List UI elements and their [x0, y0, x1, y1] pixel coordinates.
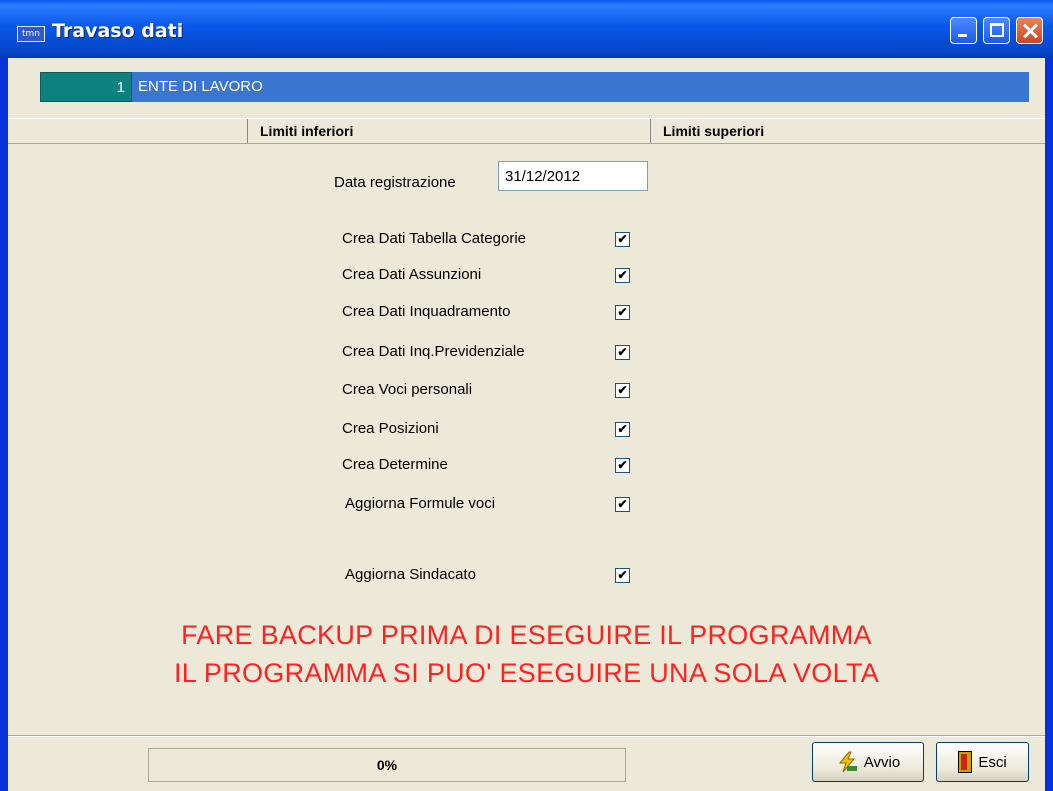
checkbox-determine[interactable]: ✔ [615, 458, 630, 473]
option-label-determine: Crea Determine [342, 456, 448, 473]
window-title: Travaso dati [52, 20, 184, 42]
column-header-lower: Limiti inferiori [248, 119, 651, 143]
warning-backup: FARE BACKUP PRIMA DI ESEGUIRE IL PROGRAM… [181, 620, 872, 650]
warning-run-once: IL PROGRAMMA SI PUO' ESEGUIRE UNA SOLA V… [173, 658, 880, 688]
progress-bar: 0% [148, 748, 626, 782]
app-icon: tmn [17, 26, 45, 42]
option-label-formule-voci: Aggiorna Formule voci [345, 495, 496, 512]
column-header: Limiti inferiori Limiti superiori [8, 118, 1045, 144]
esci-label: Esci [978, 753, 1007, 771]
column-header-blank [8, 119, 248, 143]
ente-name-field: ENTE DI LAVORO [132, 72, 1029, 102]
minimize-button[interactable] [950, 17, 977, 44]
date-input[interactable] [498, 161, 648, 191]
avvio-label: Avvio [863, 753, 901, 771]
checkbox-categorie[interactable]: ✔ [615, 232, 630, 247]
date-label: Data registrazione [334, 174, 456, 191]
ente-code-field[interactable]: 1 [40, 72, 132, 102]
title-bar[interactable]: tmn Travaso dati [0, 0, 1053, 58]
footer-divider [8, 735, 1045, 736]
exit-door-icon [958, 751, 973, 773]
window: tmn Travaso dati 1 ENTE DI LAVORO Limiti… [0, 0, 1053, 791]
client-area: 1 ENTE DI LAVORO Limiti inferiori Limiti… [8, 58, 1045, 791]
option-label-inq-previdenziale: Crea Dati Inq.Previdenziale [342, 343, 525, 360]
close-button[interactable] [1016, 17, 1043, 44]
lightning-icon [838, 751, 857, 773]
option-label-assunzioni: Crea Dati Assunzioni [342, 266, 482, 283]
avvio-button[interactable]: Avvio [812, 742, 924, 782]
option-label-sindacato: Aggiorna Sindacato [345, 566, 476, 583]
checkbox-voci-personali[interactable]: ✔ [615, 383, 630, 398]
checkbox-assunzioni[interactable]: ✔ [615, 268, 630, 283]
option-label-categorie: Crea Dati Tabella Categorie [342, 230, 526, 247]
checkbox-posizioni[interactable]: ✔ [615, 422, 630, 437]
checkbox-inq-previdenziale[interactable]: ✔ [615, 345, 630, 360]
option-label-posizioni: Crea Posizioni [342, 420, 439, 437]
checkbox-sindacato[interactable]: ✔ [615, 568, 630, 583]
checkbox-inquadramento[interactable]: ✔ [615, 305, 630, 320]
option-label-voci-personali: Crea Voci personali [342, 381, 473, 398]
column-header-upper: Limiti superiori [663, 123, 765, 139]
option-label-inquadramento: Crea Dati Inquadramento [342, 303, 511, 320]
checkbox-formule-voci[interactable]: ✔ [615, 497, 630, 512]
maximize-button[interactable] [983, 17, 1010, 44]
esci-button[interactable]: Esci [936, 742, 1029, 782]
